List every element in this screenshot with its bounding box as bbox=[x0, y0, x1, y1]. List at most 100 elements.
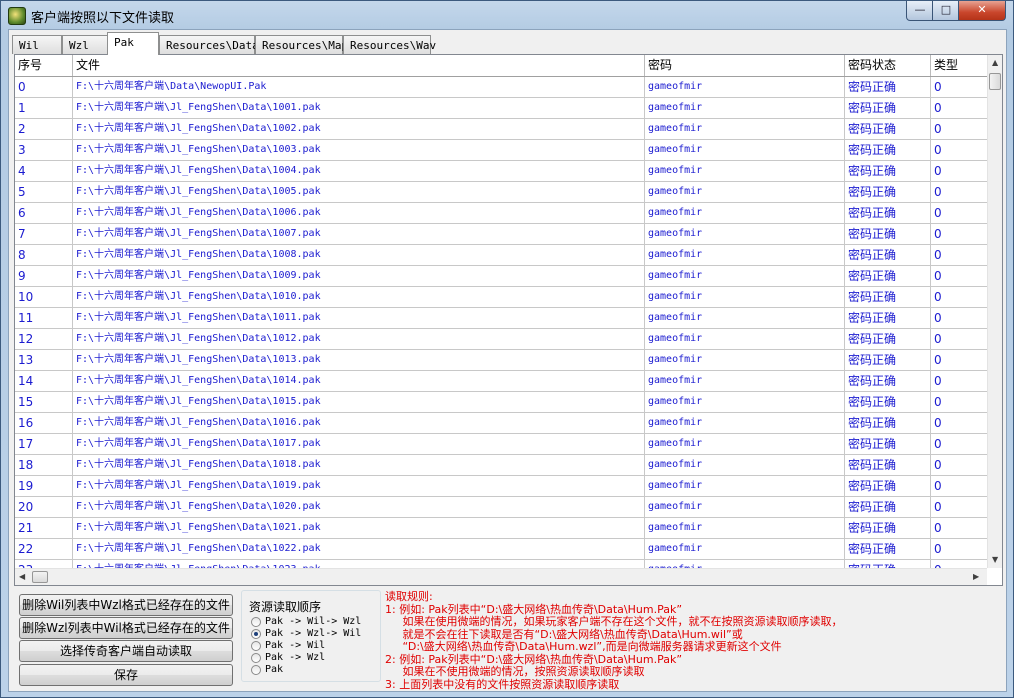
horizontal-scroll-thumb[interactable] bbox=[32, 571, 48, 583]
radio-icon[interactable] bbox=[251, 617, 261, 627]
cell-password: gameofmir bbox=[645, 329, 845, 349]
cell-type: 0 bbox=[934, 479, 942, 493]
column-header-index[interactable]: 序号 bbox=[15, 55, 73, 76]
cell-type: 0 bbox=[934, 521, 942, 535]
table-row[interactable]: 15 F:\十六周年客户端\Jl_FengShen\Data\1015.pak ga… bbox=[15, 392, 987, 413]
table-row[interactable]: 20 F:\十六周年客户端\Jl_FengShen\Data\1020.pak ga… bbox=[15, 497, 987, 518]
table-row[interactable]: 11 F:\十六周年客户端\Jl_FengShen\Data\1011.pak ga… bbox=[15, 308, 987, 329]
auto-read-client-button[interactable]: 选择传奇客户端自动读取 bbox=[19, 640, 233, 662]
delete-wil-duplicates-button[interactable]: 删除Wil列表中Wzl格式已经存在的文件 bbox=[19, 594, 233, 616]
cell-password-status: 密码正确 bbox=[845, 224, 931, 244]
maximize-button[interactable]: □ bbox=[932, 1, 960, 21]
cell-file-path: F:\十六周年客户端\Data\NewopUI.Pak bbox=[73, 77, 645, 97]
minimize-button[interactable]: — bbox=[906, 1, 934, 21]
cell-index: 3 bbox=[15, 140, 73, 160]
scroll-right-icon[interactable]: ▶ bbox=[973, 572, 979, 581]
main-window: 客户端按照以下文件读取 — □ ✕ Wil Wzl Pak Resources\… bbox=[0, 0, 1014, 698]
client-area: Wil Wzl Pak Resources\Data Resources\Map… bbox=[8, 29, 1007, 692]
tab-resources-data[interactable]: Resources\Data bbox=[159, 35, 259, 54]
radio-icon[interactable] bbox=[251, 665, 261, 675]
column-header-password-status[interactable]: 密码状态 bbox=[845, 55, 931, 76]
file-grid[interactable]: 序号 文件 密码 密码状态 类型 0 F:\十六周年客户端\Data\NewopU… bbox=[14, 54, 1003, 586]
tab-resources-map[interactable]: Resources\Map bbox=[255, 35, 348, 54]
tab-resources-wav[interactable]: Resources\Wav bbox=[343, 35, 436, 54]
cell-password: gameofmir bbox=[645, 77, 845, 97]
cell-password-status: 密码正确 bbox=[845, 245, 931, 265]
tab-wzl[interactable]: Wzl bbox=[62, 35, 109, 54]
cell-index: 18 bbox=[15, 455, 73, 475]
cell-password-status: 密码正确 bbox=[845, 77, 931, 97]
delete-wzl-duplicates-button[interactable]: 删除Wzl列表中Wil格式已经存在的文件 bbox=[19, 617, 233, 639]
table-row[interactable]: 8 F:\十六周年客户端\Jl_FengShen\Data\1008.pak gam… bbox=[15, 245, 987, 266]
title-bar[interactable]: 客户端按照以下文件读取 — □ ✕ bbox=[1, 1, 1013, 29]
cell-type: 0 bbox=[934, 500, 942, 514]
cell-file-path: F:\十六周年客户端\Jl_FengShen\Data\1013.pak bbox=[73, 350, 645, 370]
vertical-scroll-thumb[interactable] bbox=[989, 73, 1001, 90]
table-row[interactable]: 2 F:\十六周年客户端\Jl_FengShen\Data\1002.pak gam… bbox=[15, 119, 987, 140]
table-row[interactable]: 4 F:\十六周年客户端\Jl_FengShen\Data\1004.pak gam… bbox=[15, 161, 987, 182]
table-row[interactable]: 18 F:\十六周年客户端\Jl_FengShen\Data\1018.pak ga… bbox=[15, 455, 987, 476]
cell-index: 8 bbox=[15, 245, 73, 265]
cell-password: gameofmir bbox=[645, 308, 845, 328]
cell-file-path: F:\十六周年客户端\Jl_FengShen\Data\1001.pak bbox=[73, 98, 645, 118]
app-icon bbox=[8, 7, 26, 25]
cell-password-status: 密码正确 bbox=[845, 455, 931, 475]
cell-password-status: 密码正确 bbox=[845, 119, 931, 139]
cell-file-path: F:\十六周年客户端\Jl_FengShen\Data\1018.pak bbox=[73, 455, 645, 475]
cell-password: gameofmir bbox=[645, 455, 845, 475]
save-button[interactable]: 保存 bbox=[19, 664, 233, 686]
table-row[interactable]: 14 F:\十六周年客户端\Jl_FengShen\Data\1014.pak ga… bbox=[15, 371, 987, 392]
radio-icon[interactable] bbox=[251, 641, 261, 651]
cell-password: gameofmir bbox=[645, 224, 845, 244]
table-row[interactable]: 1 F:\十六周年客户端\Jl_FengShen\Data\1001.pak gam… bbox=[15, 98, 987, 119]
window-title: 客户端按照以下文件读取 bbox=[31, 11, 175, 26]
cell-password: gameofmir bbox=[645, 140, 845, 160]
cell-index: 2 bbox=[15, 119, 73, 139]
cell-file-path: F:\十六周年客户端\Jl_FengShen\Data\1017.pak bbox=[73, 434, 645, 454]
cell-password: gameofmir bbox=[645, 350, 845, 370]
cell-file-path: F:\十六周年客户端\Jl_FengShen\Data\1005.pak bbox=[73, 182, 645, 202]
tab-pak[interactable]: Pak bbox=[107, 32, 159, 55]
cell-type: 0 bbox=[934, 206, 942, 220]
table-row[interactable]: 12 F:\十六周年客户端\Jl_FengShen\Data\1012.pak ga… bbox=[15, 329, 987, 350]
table-row[interactable]: 21 F:\十六周年客户端\Jl_FengShen\Data\1021.pak ga… bbox=[15, 518, 987, 539]
scroll-left-icon[interactable]: ◀ bbox=[19, 572, 25, 581]
cell-type: 0 bbox=[934, 143, 942, 157]
horizontal-scrollbar[interactable]: ◀ ▶ bbox=[15, 568, 987, 585]
table-row[interactable]: 17 F:\十六周年客户端\Jl_FengShen\Data\1017.pak ga… bbox=[15, 434, 987, 455]
close-button[interactable]: ✕ bbox=[958, 1, 1006, 21]
cell-type: 0 bbox=[934, 374, 942, 388]
table-row[interactable]: 3 F:\十六周年客户端\Jl_FengShen\Data\1003.pak gam… bbox=[15, 140, 987, 161]
tab-wil[interactable]: Wil bbox=[12, 35, 62, 54]
scroll-down-icon[interactable]: ▼ bbox=[992, 555, 998, 564]
radio-icon[interactable] bbox=[251, 653, 261, 663]
table-row[interactable]: 13 F:\十六周年客户端\Jl_FengShen\Data\1013.pak ga… bbox=[15, 350, 987, 371]
table-row[interactable]: 22 F:\十六周年客户端\Jl_FengShen\Data\1022.pak ga… bbox=[15, 539, 987, 560]
table-row[interactable]: 10 F:\十六周年客户端\Jl_FengShen\Data\1010.pak ga… bbox=[15, 287, 987, 308]
table-row[interactable]: 0 F:\十六周年客户端\Data\NewopUI.Pak gameofmir 密码正… bbox=[15, 77, 987, 98]
vertical-scrollbar[interactable]: ▲ ▼ bbox=[987, 55, 1002, 568]
table-row[interactable]: 19 F:\十六周年客户端\Jl_FengShen\Data\1019.pak ga… bbox=[15, 476, 987, 497]
column-header-file[interactable]: 文件 bbox=[73, 55, 645, 76]
rules-line: “D:\盛大网络\热血传奇\Data\Hum.wzl”,而是向微端服务器请求更新… bbox=[385, 640, 782, 653]
column-header-type[interactable]: 类型 bbox=[931, 55, 987, 76]
cell-password: gameofmir bbox=[645, 182, 845, 202]
cell-index: 10 bbox=[15, 287, 73, 307]
radio-selected-icon[interactable] bbox=[251, 629, 261, 639]
table-row[interactable]: 6 F:\十六周年客户端\Jl_FengShen\Data\1006.pak gam… bbox=[15, 203, 987, 224]
table-row[interactable]: 5 F:\十六周年客户端\Jl_FengShen\Data\1005.pak gam… bbox=[15, 182, 987, 203]
cell-type: 0 bbox=[934, 311, 942, 325]
table-row[interactable]: 7 F:\十六周年客户端\Jl_FengShen\Data\1007.pak gam… bbox=[15, 224, 987, 245]
cell-password: gameofmir bbox=[645, 413, 845, 433]
read-rules-text: 读取规则: 1: 例如: Pak列表中“D:\盛大网络\热血传奇\Data\Hu… bbox=[385, 590, 985, 691]
column-header-password[interactable]: 密码 bbox=[645, 55, 845, 76]
cell-index: 19 bbox=[15, 476, 73, 496]
cell-password-status: 密码正确 bbox=[845, 140, 931, 160]
table-row[interactable]: 16 F:\十六周年客户端\Jl_FengShen\Data\1016.pak ga… bbox=[15, 413, 987, 434]
rules-line: 如果在使用微端的情况，如果玩家客户端不存在这个文件，就不在按照资源读取顺序读取， bbox=[385, 615, 843, 628]
cell-file-path: F:\十六周年客户端\Jl_FengShen\Data\1014.pak bbox=[73, 371, 645, 391]
scroll-up-icon[interactable]: ▲ bbox=[992, 58, 998, 67]
table-row[interactable]: 9 F:\十六周年客户端\Jl_FengShen\Data\1009.pak gam… bbox=[15, 266, 987, 287]
grid-header: 序号 文件 密码 密码状态 类型 bbox=[15, 55, 987, 77]
cell-password: gameofmir bbox=[645, 161, 845, 181]
